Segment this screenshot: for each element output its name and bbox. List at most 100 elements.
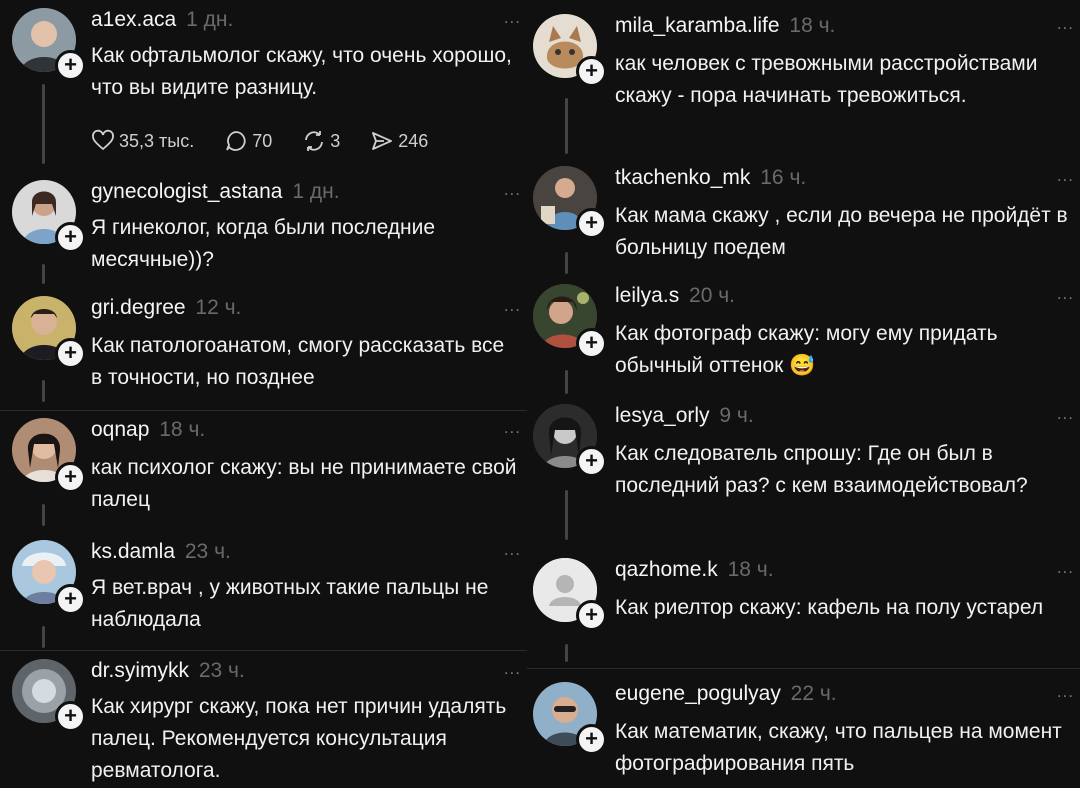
more-icon[interactable]: ... <box>504 296 521 316</box>
username[interactable]: gynecologist_astana <box>91 180 282 203</box>
username[interactable]: mila_karamba.life <box>615 14 780 37</box>
timestamp: 1 дн. <box>292 180 340 203</box>
comment-header: oqnap 18 ч. <box>91 418 205 442</box>
heart-icon <box>92 129 114 151</box>
thread-line <box>42 380 45 402</box>
reply-count: 70 <box>252 130 273 151</box>
share-stat[interactable]: 246 <box>370 129 428 153</box>
thread-line <box>565 252 568 274</box>
comment-header: ks.damla 23 ч. <box>91 540 231 564</box>
timestamp: 12 ч. <box>195 296 242 319</box>
repost-count: 3 <box>330 130 341 151</box>
share-icon <box>372 132 393 150</box>
username[interactable]: gri.degree <box>91 296 186 319</box>
timestamp: 23 ч. <box>198 659 245 682</box>
comment: + eugene_pogulyay 22 ч. ... Как математи… <box>527 670 1080 788</box>
comment-header: dr.syimykk 23 ч. <box>91 659 245 683</box>
comment: + gynecologist_astana 1 дн. ... Я гинеко… <box>0 170 527 290</box>
comment: + leilya.s 20 ч. ... Как фотограф скажу:… <box>527 280 1080 400</box>
comment-text: Как мама скажу , если до вечера не пройд… <box>615 204 1068 259</box>
comment-text: Как офтальмолог скажу, что очень хорошо,… <box>91 44 512 99</box>
plus-icon[interactable]: + <box>576 56 607 87</box>
repost-icon <box>305 131 324 151</box>
divider <box>527 668 1080 669</box>
reply-stat[interactable]: 70 <box>224 129 272 153</box>
more-icon[interactable]: ... <box>1057 284 1074 304</box>
comment-text: Как хирург скажу, пока нет причин удалят… <box>91 695 507 782</box>
plus-icon[interactable]: + <box>55 462 86 493</box>
plus-icon[interactable]: + <box>55 584 86 615</box>
divider <box>0 410 527 411</box>
plus-icon[interactable]: + <box>55 50 86 81</box>
like-count: 35,3 тыс. <box>119 130 195 151</box>
username[interactable]: ks.damla <box>91 540 175 563</box>
engagement-bar: 35,3 тыс. 70 3 246 <box>91 129 458 153</box>
share-count: 246 <box>398 130 429 151</box>
plus-icon[interactable]: + <box>55 222 86 253</box>
timestamp: 1 дн. <box>186 8 234 31</box>
more-icon[interactable]: ... <box>504 418 521 438</box>
thread-line <box>42 504 45 526</box>
comment: + gri.degree 12 ч. ... Как патологоанато… <box>0 290 527 410</box>
more-icon[interactable]: ... <box>504 540 521 560</box>
more-icon[interactable]: ... <box>504 180 521 200</box>
comment: + dr.syimykk 23 ч. ... Как хирург скажу,… <box>0 651 527 788</box>
timestamp: 16 ч. <box>760 166 807 189</box>
plus-icon[interactable]: + <box>55 701 86 732</box>
comment-header: leilya.s 20 ч. <box>615 284 735 308</box>
more-icon[interactable]: ... <box>1057 166 1074 186</box>
thread-line <box>565 98 568 154</box>
comment-text: Я гинеколог, когда были последние месячн… <box>91 216 436 271</box>
more-icon[interactable]: ... <box>1057 682 1074 702</box>
username[interactable]: leilya.s <box>615 284 679 307</box>
comment-header: lesya_orly 9 ч. <box>615 404 754 428</box>
like-stat[interactable]: 35,3 тыс. <box>91 129 194 153</box>
username[interactable]: tkachenko_mk <box>615 166 750 189</box>
comment-header: qazhome.k 18 ч. <box>615 558 774 582</box>
comment-text: как человек с тревожными расстройствами … <box>615 52 1038 107</box>
comment: + oqnap 18 ч. ... как психолог скажу: вы… <box>0 412 527 532</box>
comment-header: gynecologist_astana 1 дн. <box>91 180 340 204</box>
plus-icon[interactable]: + <box>576 600 607 631</box>
comment: + lesya_orly 9 ч. ... Как следователь сп… <box>527 400 1080 546</box>
timestamp: 22 ч. <box>790 682 837 705</box>
username[interactable]: eugene_pogulyay <box>615 682 781 705</box>
comment-header: mila_karamba.life 18 ч. <box>615 14 835 38</box>
comment-text: Я вет.врач , у животных такие пальцы не … <box>91 576 489 631</box>
comment-text: как психолог скажу: вы не принимаете сво… <box>91 456 517 511</box>
timestamp: 18 ч. <box>159 418 206 441</box>
more-icon[interactable]: ... <box>1057 558 1074 578</box>
comment: + tkachenko_mk 16 ч. ... Как мама скажу … <box>527 162 1080 280</box>
thread-line <box>565 644 568 662</box>
username[interactable]: qazhome.k <box>615 558 718 581</box>
username[interactable]: dr.syimykk <box>91 659 189 682</box>
repost-stat[interactable]: 3 <box>302 129 340 153</box>
thread-line <box>42 264 45 284</box>
more-icon[interactable]: ... <box>1057 404 1074 424</box>
thread-line <box>42 84 45 164</box>
more-icon[interactable]: ... <box>1057 14 1074 34</box>
threads-comments-collage: + a1ex.aca 1 дн. ... Как офтальмолог ска… <box>0 0 1080 788</box>
comment-text: Как математик, скажу, что пальцев на мом… <box>615 720 1062 775</box>
comment-text: Как патологоанатом, смогу рассказать все… <box>91 334 505 389</box>
more-icon[interactable]: ... <box>504 659 521 679</box>
comment: + a1ex.aca 1 дн. ... Как офтальмолог ска… <box>0 0 527 170</box>
comment-header: a1ex.aca 1 дн. <box>91 8 233 32</box>
plus-icon[interactable]: + <box>576 208 607 239</box>
username[interactable]: a1ex.aca <box>91 8 176 31</box>
thread-line <box>565 490 568 540</box>
plus-icon[interactable]: + <box>576 328 607 359</box>
timestamp: 18 ч. <box>727 558 774 581</box>
more-icon[interactable]: ... <box>504 8 521 28</box>
left-comment-column: + a1ex.aca 1 дн. ... Как офтальмолог ска… <box>0 0 527 788</box>
comment-header: eugene_pogulyay 22 ч. <box>615 682 837 706</box>
username[interactable]: lesya_orly <box>615 404 710 427</box>
username[interactable]: oqnap <box>91 418 149 441</box>
thread-line <box>42 626 45 648</box>
comment-text: Как следователь спрошу: Где он был в пос… <box>615 442 1028 497</box>
reply-icon <box>226 131 246 151</box>
plus-icon[interactable]: + <box>576 446 607 477</box>
comment: + qazhome.k 18 ч. ... Как риелтор скажу:… <box>527 546 1080 668</box>
plus-icon[interactable]: + <box>576 724 607 755</box>
plus-icon[interactable]: + <box>55 338 86 369</box>
